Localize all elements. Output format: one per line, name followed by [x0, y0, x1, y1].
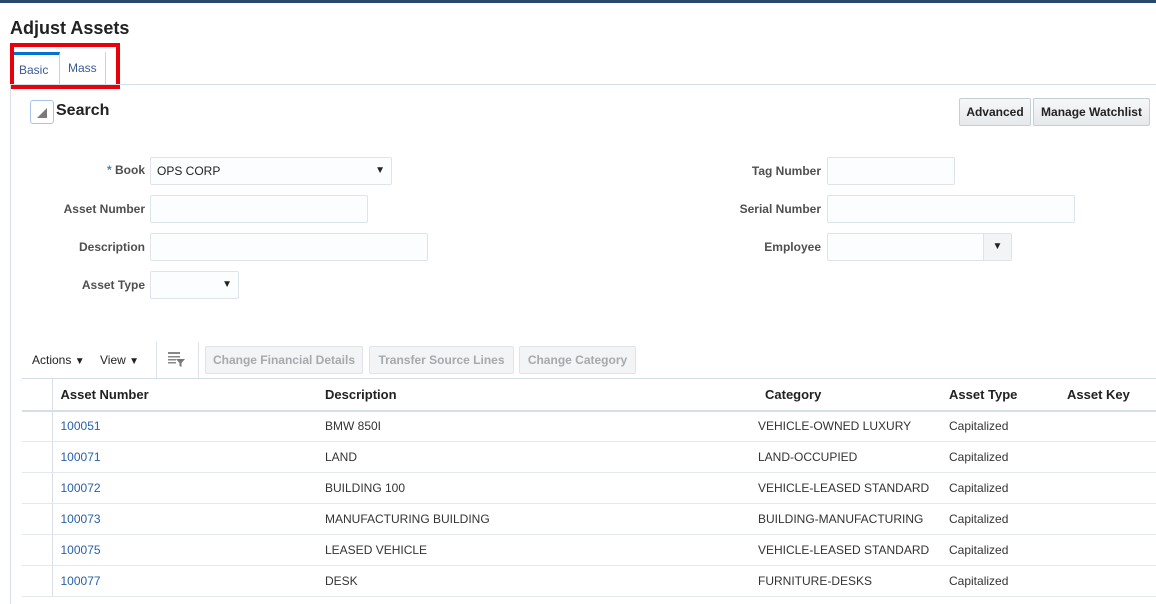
cell-asset-number[interactable]: 100072	[52, 472, 325, 504]
asset-type-label: Asset Type	[81, 278, 145, 292]
column-header-asset-key[interactable]: Asset Key	[1067, 378, 1156, 412]
cell-asset-type: Capitalized	[949, 410, 1067, 442]
serial-number-input[interactable]	[827, 195, 1075, 223]
highlight-box	[10, 43, 120, 89]
search-heading: Search	[56, 102, 110, 119]
divider	[198, 342, 199, 378]
cell-description: BMW 850I	[325, 410, 758, 442]
cell-asset-type: Capitalized	[949, 534, 1067, 566]
actions-menu[interactable]: Actions ▼	[32, 347, 85, 374]
asset-number-input[interactable]	[150, 195, 368, 223]
query-by-example-icon[interactable]	[167, 350, 185, 377]
cell-category: FURNITURE-DESKS	[758, 565, 949, 597]
asset-number-link[interactable]: 100075	[61, 543, 101, 557]
row-selector[interactable]	[22, 441, 53, 473]
divider	[156, 342, 157, 378]
table-header-row: Asset Number Description Category Asset …	[22, 378, 1156, 412]
column-header-asset-type[interactable]: Asset Type	[949, 378, 1067, 412]
asset-number-link[interactable]: 100071	[61, 450, 101, 464]
change-category-button[interactable]: Change Category	[519, 346, 636, 374]
cell-asset-type: Capitalized	[949, 441, 1067, 473]
divider	[10, 85, 11, 604]
column-header-description[interactable]: Description	[325, 378, 758, 412]
tag-number-input[interactable]	[827, 157, 955, 185]
required-marker: *	[106, 163, 112, 177]
view-label: View	[100, 353, 126, 367]
book-value: OPS CORP	[157, 164, 221, 178]
cell-description: DESK	[325, 565, 758, 597]
cell-category: LAND-OCCUPIED	[758, 441, 949, 473]
chevron-down-icon: ▼	[74, 356, 85, 367]
cell-category: VEHICLE-OWNED LUXURY	[758, 410, 949, 442]
asset-number-label: Asset Number	[63, 202, 145, 216]
asset-type-select[interactable]: ▼	[150, 271, 239, 299]
book-label: Book	[115, 163, 145, 177]
collapse-search-toggle[interactable]	[30, 100, 54, 124]
asset-number-link[interactable]: 100077	[61, 574, 101, 588]
page-title: Adjust Assets	[10, 18, 130, 38]
cell-asset-key	[1067, 565, 1156, 597]
employee-label: Employee	[764, 240, 821, 254]
cell-description: LAND	[325, 441, 758, 473]
table-row[interactable]: 100072 BUILDING 100 VEHICLE-LEASED STANDAR…	[22, 472, 1156, 504]
cell-asset-key	[1067, 441, 1156, 473]
manage-watchlist-button[interactable]: Manage Watchlist	[1033, 98, 1150, 126]
cell-asset-type: Capitalized	[949, 472, 1067, 504]
cell-asset-number[interactable]: 100073	[52, 503, 325, 535]
cell-asset-type: Capitalized	[949, 565, 1067, 597]
employee-search-dropdown[interactable]: ▼	[983, 234, 1011, 260]
asset-number-link[interactable]: 100073	[61, 512, 101, 526]
chevron-down-icon: ▼	[129, 356, 140, 367]
cell-description: BUILDING 100	[325, 472, 758, 504]
cell-asset-key	[1067, 410, 1156, 442]
tag-number-label: Tag Number	[751, 164, 821, 178]
table-row[interactable]: 100077 DESK FURNITURE-DESKS Capitalized	[22, 565, 1156, 597]
description-label: Description	[78, 240, 145, 254]
cell-asset-key	[1067, 472, 1156, 504]
cell-asset-key	[1067, 503, 1156, 535]
row-selector[interactable]	[22, 410, 53, 442]
transfer-source-lines-button[interactable]: Transfer Source Lines	[369, 346, 514, 374]
cell-asset-number[interactable]: 100075	[52, 534, 325, 566]
row-selector[interactable]	[22, 565, 53, 597]
column-header-asset-number[interactable]: Asset Number	[52, 378, 325, 412]
view-menu[interactable]: View ▼	[100, 347, 139, 374]
divider	[10, 84, 1156, 85]
table-row[interactable]: 100051 BMW 850I VEHICLE-OWNED LUXURY Capita…	[22, 410, 1156, 442]
cell-asset-number[interactable]: 100051	[52, 410, 325, 442]
description-input[interactable]	[150, 233, 428, 261]
cell-category: VEHICLE-LEASED STANDARD	[758, 534, 949, 566]
disclosure-triangle-icon	[37, 108, 47, 118]
cell-description: MANUFACTURING BUILDING	[325, 503, 758, 535]
cell-asset-number[interactable]: 100077	[52, 565, 325, 597]
cell-category: BUILDING-MANUFACTURING	[758, 503, 949, 535]
book-select[interactable]: OPS CORP ▼	[150, 157, 392, 185]
cell-asset-key	[1067, 534, 1156, 566]
row-selector[interactable]	[22, 503, 53, 535]
table-row[interactable]: 100075 LEASED VEHICLE VEHICLE-LEASED STAND…	[22, 534, 1156, 566]
table-row[interactable]: 100073 MANUFACTURING BUILDING BUILDING-MAN…	[22, 503, 1156, 535]
cell-asset-number[interactable]: 100071	[52, 441, 325, 473]
dropdown-arrow-icon: ▼	[375, 165, 385, 176]
change-financial-details-button[interactable]: Change Financial Details	[205, 346, 363, 374]
asset-number-link[interactable]: 100051	[61, 419, 101, 433]
row-selector-header	[22, 378, 53, 412]
actions-label: Actions	[32, 353, 72, 367]
assets-table: Asset Number Description Category Asset …	[22, 378, 1156, 597]
row-selector[interactable]	[22, 472, 53, 504]
dropdown-arrow-icon: ▼	[222, 279, 232, 290]
top-bar	[0, 0, 1156, 3]
asset-number-link[interactable]: 100072	[61, 481, 101, 495]
cell-category: VEHICLE-LEASED STANDARD	[758, 472, 949, 504]
advanced-button[interactable]: Advanced	[959, 98, 1031, 126]
employee-input[interactable]: ▼	[827, 233, 1012, 261]
column-header-category[interactable]: Category	[758, 378, 949, 412]
serial-number-label: Serial Number	[739, 202, 821, 216]
table-row[interactable]: 100071 LAND LAND-OCCUPIED Capitalized	[22, 441, 1156, 473]
row-selector[interactable]	[22, 534, 53, 566]
cell-description: LEASED VEHICLE	[325, 534, 758, 566]
cell-asset-type: Capitalized	[949, 503, 1067, 535]
